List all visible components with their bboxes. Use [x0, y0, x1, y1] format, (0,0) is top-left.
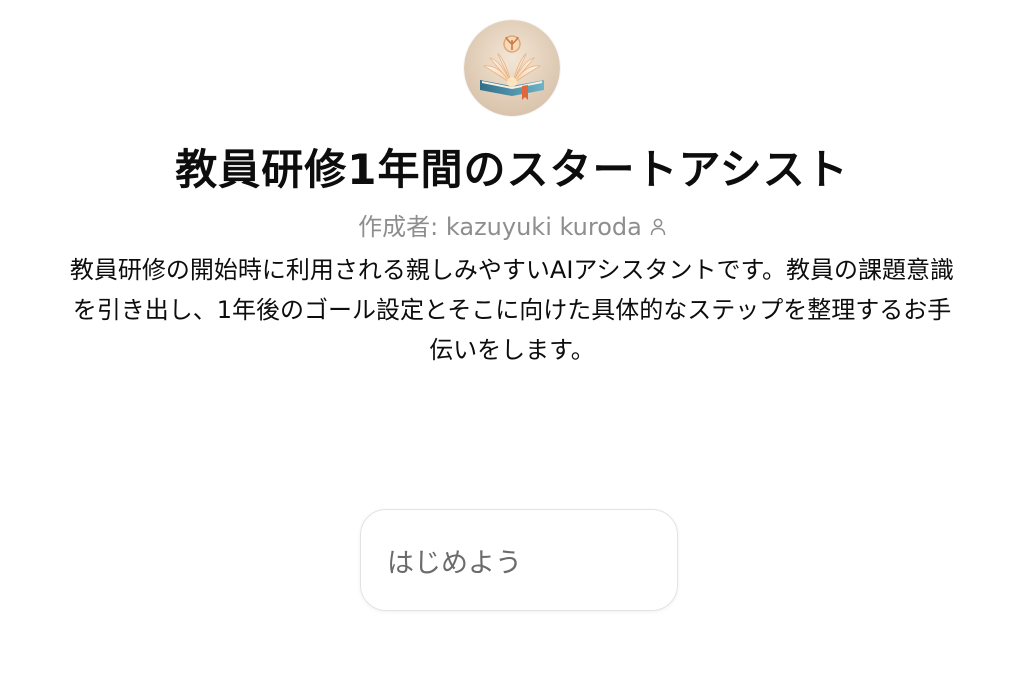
gpt-avatar	[464, 20, 560, 116]
conversation-starter-label: はじめよう	[387, 547, 522, 579]
author-name: 作成者: kazuyuki kuroda	[358, 213, 642, 241]
open-book-logo-icon	[464, 20, 560, 116]
gpt-title: 教員研修1年間のスタートアシスト	[175, 145, 849, 194]
person-icon	[650, 218, 666, 236]
author-line: 作成者: kazuyuki kuroda	[358, 210, 666, 244]
conversation-starter-button[interactable]: はじめよう	[360, 509, 678, 611]
gpt-description: 教員研修の開始時に利用される親しみやすいAIアシスタントです。教員の課題意識を引…	[69, 256, 955, 364]
